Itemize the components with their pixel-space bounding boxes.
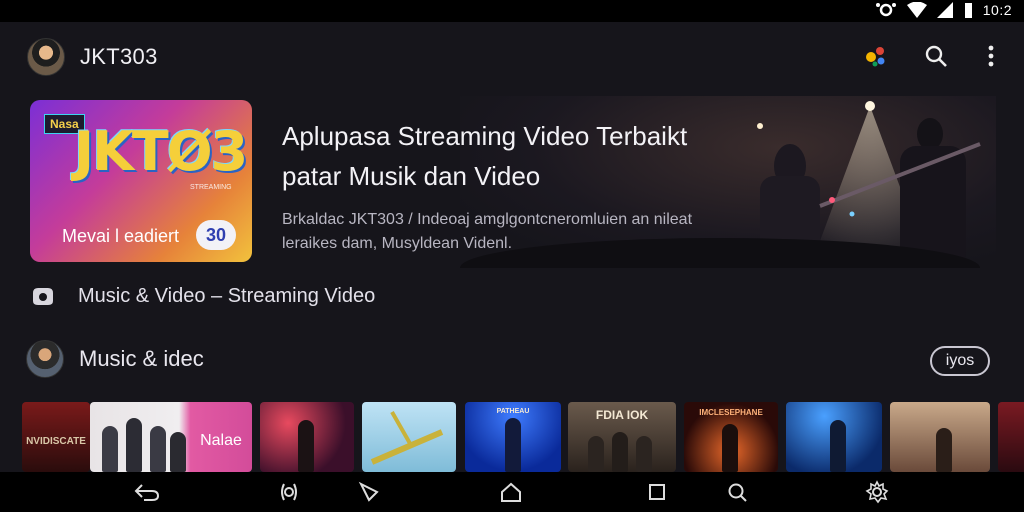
search-nav-button[interactable] <box>724 480 750 504</box>
back-icon <box>134 484 160 501</box>
video-thumbnail[interactable]: NVIDISCATE <box>22 402 90 472</box>
video-thumbnail[interactable] <box>260 402 354 472</box>
camera-icon <box>875 3 896 17</box>
hero-card-brand: JKTØ3 <box>74 120 248 183</box>
search-icon <box>925 45 947 67</box>
video-thumbnail[interactable]: PATHEAU <box>465 402 561 472</box>
video-thumbnail[interactable]: Nalae <box>90 402 252 472</box>
home-icon <box>501 482 521 502</box>
cellular-icon <box>936 2 953 18</box>
video-thumbnail[interactable] <box>998 402 1024 472</box>
more-vert-icon <box>988 45 994 67</box>
app-header: JKT303 <box>0 22 1024 90</box>
square-icon <box>649 484 665 500</box>
shelf-title: Music & idec <box>79 346 204 371</box>
hero-title: Aplupasa Streaming Video Terbaikt patar … <box>282 116 742 196</box>
channel-avatar[interactable] <box>26 340 64 378</box>
thumbnail-caption: PATHEAU <box>496 408 530 415</box>
settings-icon <box>865 480 889 504</box>
hero-description: Brkaldac JKT303 / Indeoaj amglgontcnerom… <box>282 208 742 256</box>
thumbnail-caption: IMCLESEPHANE <box>699 408 763 417</box>
assistant-icon <box>866 47 885 67</box>
wifi-icon <box>906 2 927 18</box>
overview-button[interactable] <box>644 480 670 504</box>
video-thumbnail[interactable]: IMCLESEPHANE <box>684 402 778 472</box>
hero-banner[interactable]: Nasa JKTØ3 STREAMING Mevai l eadiert 30 … <box>30 96 996 268</box>
status-time: 10:2 <box>982 2 1012 18</box>
hero-title-line-2: patar Musik dan Video <box>282 161 541 191</box>
status-bar: 10:2 <box>0 0 1024 22</box>
video-thumbnail[interactable]: FDIA IOK <box>568 402 676 472</box>
assistant-nav-button[interactable] <box>276 480 302 504</box>
assistant-icon <box>281 483 297 501</box>
search-button[interactable] <box>922 42 950 70</box>
back-button[interactable] <box>134 480 160 504</box>
avatar[interactable] <box>27 38 65 76</box>
status-icons: 10:2 <box>875 2 1012 18</box>
recents-triangle-button[interactable] <box>356 480 382 504</box>
video-thumbnail[interactable] <box>890 402 990 472</box>
hero-card-badge[interactable]: 30 <box>196 220 236 250</box>
hero-description-line-2: leraikes dam, Musyldean Videnl. <box>282 235 513 252</box>
hero-card-subtext: STREAMING <box>190 184 232 191</box>
hero-thumbnail[interactable]: Nasa JKTØ3 STREAMING Mevai l eadiert 30 <box>30 100 252 262</box>
play-category-icon <box>33 288 53 305</box>
assistant-button[interactable] <box>862 42 890 70</box>
search-icon <box>728 483 747 502</box>
thumbnail-caption: NVIDISCATE <box>26 436 86 447</box>
category-label: Music & Video – Streaming Video <box>78 284 376 307</box>
hero-title-line-1: Aplupasa Streaming Video Terbaikt <box>282 121 688 151</box>
category-row[interactable]: Music & Video – Streaming Video <box>30 282 375 310</box>
shelf-header: Music & idec iyos <box>26 338 992 382</box>
battery-icon <box>964 3 972 18</box>
navigation-bar <box>0 472 1024 512</box>
triangle-icon <box>358 481 379 502</box>
thumbnail-row: NVIDISCATE Nalae PATHEAU FDIA IOK IMCLES… <box>22 402 1024 472</box>
thumbnail-caption: Nalae <box>200 432 242 449</box>
more-options-button[interactable] <box>977 42 1005 70</box>
video-thumbnail[interactable] <box>362 402 456 472</box>
shelf-pill-button[interactable]: iyos <box>930 346 990 376</box>
home-button[interactable] <box>498 480 524 504</box>
video-thumbnail[interactable] <box>786 402 882 472</box>
hero-card-label: Mevai l eadiert <box>62 226 180 246</box>
settings-nav-button[interactable] <box>864 480 890 504</box>
thumbnail-caption: FDIA IOK <box>595 408 649 422</box>
hero-description-line-1: Brkaldac JKT303 / Indeoaj amglgontcnerom… <box>282 211 693 228</box>
app-title: JKT303 <box>80 44 158 69</box>
